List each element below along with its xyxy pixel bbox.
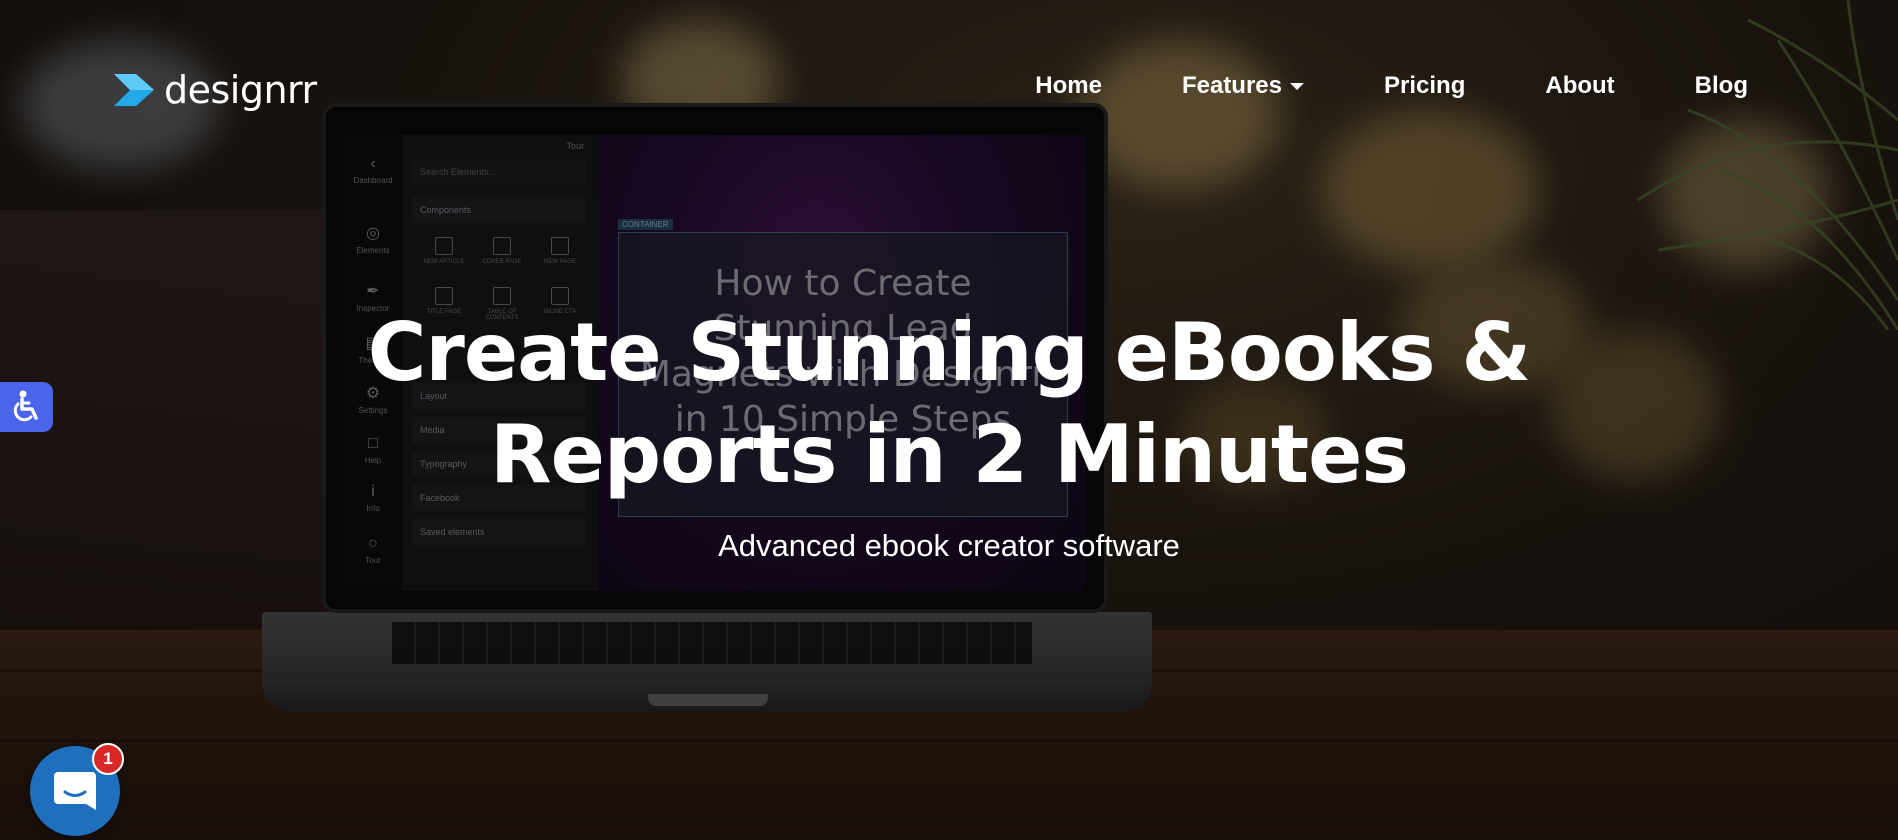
main-nav: Home Features Pricing About Blog	[1035, 72, 1748, 100]
nav-blog[interactable]: Blog	[1695, 72, 1748, 100]
chat-notification-badge: 1	[92, 743, 124, 775]
hero-subtitle: Advanced ebook creator software	[718, 528, 1180, 563]
brand-name: designrr	[164, 68, 317, 112]
hero-title-line-1: Create Stunning eBooks &	[367, 306, 1532, 399]
brand-logo[interactable]: designrr	[114, 68, 317, 112]
chat-bubble-icon	[54, 772, 96, 810]
nav-features[interactable]: Features	[1182, 72, 1304, 100]
accessibility-button[interactable]	[0, 382, 53, 432]
hero-title-line-2: Reports in 2 Minutes	[489, 408, 1409, 501]
hero-title: Create Stunning eBooks & Reports in 2 Mi…	[0, 302, 1898, 506]
designrr-logo-icon	[114, 74, 154, 106]
nav-pricing[interactable]: Pricing	[1384, 72, 1465, 100]
wheelchair-icon	[13, 390, 38, 422]
chevron-down-icon	[1290, 82, 1304, 90]
nav-home[interactable]: Home	[1035, 72, 1102, 100]
nav-about[interactable]: About	[1545, 72, 1614, 100]
